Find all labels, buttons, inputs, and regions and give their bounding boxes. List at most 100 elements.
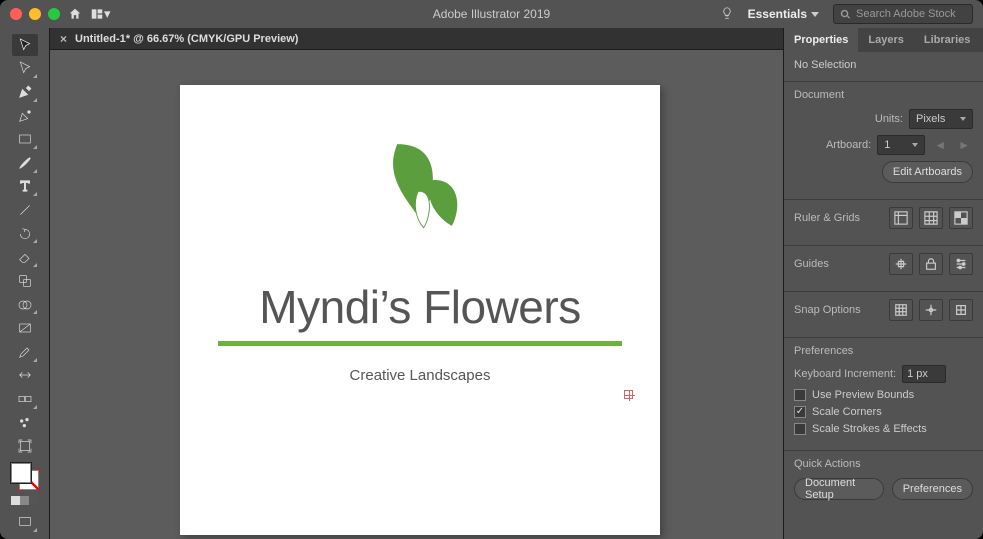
screen-mode[interactable]	[12, 511, 38, 533]
artboard-tool-icon[interactable]	[12, 435, 38, 457]
preferences-button[interactable]: Preferences	[892, 478, 973, 500]
document-section-title: Document	[794, 89, 973, 101]
artboard-subheadline: Creative Landscapes	[180, 367, 660, 384]
tab-layers[interactable]: Layers	[858, 28, 913, 52]
panel-tabs: Properties Layers Libraries	[784, 28, 983, 52]
symbols-tool[interactable]	[12, 412, 38, 434]
guides-section: Guides	[784, 246, 983, 292]
fill-stroke-swatch[interactable]	[11, 463, 39, 491]
units-label: Units:	[875, 113, 903, 125]
snap-point-button[interactable]	[919, 299, 943, 321]
keyboard-increment-label: Keyboard Increment:	[794, 368, 896, 380]
preferences-title: Preferences	[794, 345, 973, 357]
guides-options-button[interactable]	[949, 253, 973, 275]
eraser-tool[interactable]	[12, 246, 38, 268]
discover-icon[interactable]	[720, 6, 734, 23]
curvature-tool[interactable]	[12, 105, 38, 127]
artboard[interactable]: Myndi’s Flowers Creative Landscapes	[180, 85, 660, 535]
titlebar: ▾ Adobe Illustrator 2019 Essentials Sear…	[0, 0, 983, 28]
direct-selection-tool[interactable]	[12, 58, 38, 80]
maximize-window-button[interactable]	[48, 8, 60, 20]
preferences-section: Preferences Keyboard Increment: 1 px Use…	[784, 338, 983, 451]
window-controls	[10, 8, 60, 20]
search-stock-input[interactable]: Search Adobe Stock	[833, 4, 973, 24]
artboard-dropdown[interactable]: 1	[877, 135, 925, 155]
properties-panel: Properties Layers Libraries No Selection…	[783, 28, 983, 539]
canvas[interactable]: Myndi’s Flowers Creative Landscapes	[50, 50, 783, 539]
draw-mode-strip[interactable]	[11, 496, 38, 505]
ruler-toggle-button[interactable]	[889, 207, 913, 229]
pen-tool[interactable]	[12, 81, 38, 103]
close-tab-icon[interactable]: ×	[60, 32, 67, 46]
tools-panel	[0, 28, 50, 539]
close-window-button[interactable]	[10, 8, 22, 20]
grid-toggle-button[interactable]	[919, 207, 943, 229]
ruler-grids-label: Ruler & Grids	[794, 212, 860, 224]
logo-leaves-icon	[365, 135, 475, 240]
scale-strokes-effects-checkbox[interactable]: Scale Strokes & Effects	[794, 423, 973, 435]
tab-libraries[interactable]: Libraries	[914, 28, 980, 52]
anchor-point-icon[interactable]	[624, 390, 633, 399]
line-segment-tool[interactable]	[12, 199, 38, 221]
artboard-value: 1	[884, 139, 890, 151]
fill-swatch[interactable]	[11, 463, 31, 483]
units-dropdown[interactable]: Pixels	[909, 109, 973, 129]
artboard-label: Artboard:	[826, 139, 871, 151]
rectangle-tool[interactable]	[12, 128, 38, 150]
units-value: Pixels	[916, 113, 945, 125]
scale-corners-checkbox[interactable]: Scale Corners	[794, 406, 973, 418]
guides-visibility-button[interactable]	[889, 253, 913, 275]
edit-artboards-button[interactable]: Edit Artboards	[882, 161, 973, 183]
arrange-documents-icon[interactable]: ▾	[90, 6, 111, 22]
eyedropper-tool[interactable]	[12, 341, 38, 363]
document-area: × Untitled-1* @ 66.67% (CMYK/GPU Preview…	[50, 28, 783, 539]
scale-tool[interactable]	[12, 270, 38, 292]
type-tool[interactable]	[12, 176, 38, 198]
selection-tool[interactable]	[12, 34, 38, 56]
use-preview-bounds-checkbox[interactable]: Use Preview Bounds	[794, 389, 973, 401]
document-tab-bar: × Untitled-1* @ 66.67% (CMYK/GPU Preview…	[50, 28, 783, 50]
tab-properties[interactable]: Properties	[784, 28, 858, 52]
gradient-tool[interactable]	[12, 317, 38, 339]
paintbrush-tool[interactable]	[12, 152, 38, 174]
shape-builder-tool[interactable]	[12, 294, 38, 316]
document-setup-button[interactable]: Document Setup	[794, 478, 884, 500]
home-icon[interactable]	[68, 7, 82, 21]
artboard-headline: Myndi’s Flowers	[180, 280, 660, 334]
document-section: Document Units: Pixels Artboard: 1 ◄ ► E…	[784, 82, 983, 200]
document-tab[interactable]: × Untitled-1* @ 66.67% (CMYK/GPU Preview…	[50, 28, 308, 49]
snap-pixel-button[interactable]	[889, 299, 913, 321]
quick-actions-title: Quick Actions	[794, 458, 973, 470]
selection-state-label: No Selection	[794, 59, 856, 71]
workspace-switcher[interactable]: Essentials	[748, 7, 819, 21]
keyboard-increment-value: 1 px	[907, 368, 928, 380]
prev-artboard-button[interactable]: ◄	[931, 138, 949, 152]
snap-options-section: Snap Options	[784, 292, 983, 338]
keyboard-increment-input[interactable]: 1 px	[902, 365, 946, 383]
scale-strokes-effects-label: Scale Strokes & Effects	[812, 423, 927, 435]
guides-lock-button[interactable]	[919, 253, 943, 275]
workspace-label: Essentials	[748, 7, 807, 21]
snap-grid-button[interactable]	[949, 299, 973, 321]
search-icon	[840, 9, 851, 20]
edit-artboards-label: Edit Artboards	[893, 166, 962, 178]
next-artboard-button[interactable]: ►	[955, 138, 973, 152]
scale-corners-label: Scale Corners	[812, 406, 882, 418]
width-tool[interactable]	[12, 365, 38, 387]
preferences-button-label: Preferences	[903, 483, 962, 495]
ruler-grids-section: Ruler & Grids	[784, 200, 983, 246]
document-setup-label: Document Setup	[805, 477, 873, 501]
document-tab-label: Untitled-1* @ 66.67% (CMYK/GPU Preview)	[75, 33, 298, 45]
artboard-underline	[218, 341, 622, 346]
use-preview-bounds-label: Use Preview Bounds	[812, 389, 914, 401]
transparency-grid-button[interactable]	[949, 207, 973, 229]
blend-tool[interactable]	[12, 388, 38, 410]
app-window: ▾ Adobe Illustrator 2019 Essentials Sear…	[0, 0, 983, 539]
snap-options-label: Snap Options	[794, 304, 861, 316]
quick-actions-section: Quick Actions Document Setup Preferences	[784, 451, 983, 510]
rotate-tool[interactable]	[12, 223, 38, 245]
minimize-window-button[interactable]	[29, 8, 41, 20]
guides-label: Guides	[794, 258, 829, 270]
search-placeholder: Search Adobe Stock	[856, 8, 956, 20]
selection-state-row: No Selection	[784, 52, 983, 82]
